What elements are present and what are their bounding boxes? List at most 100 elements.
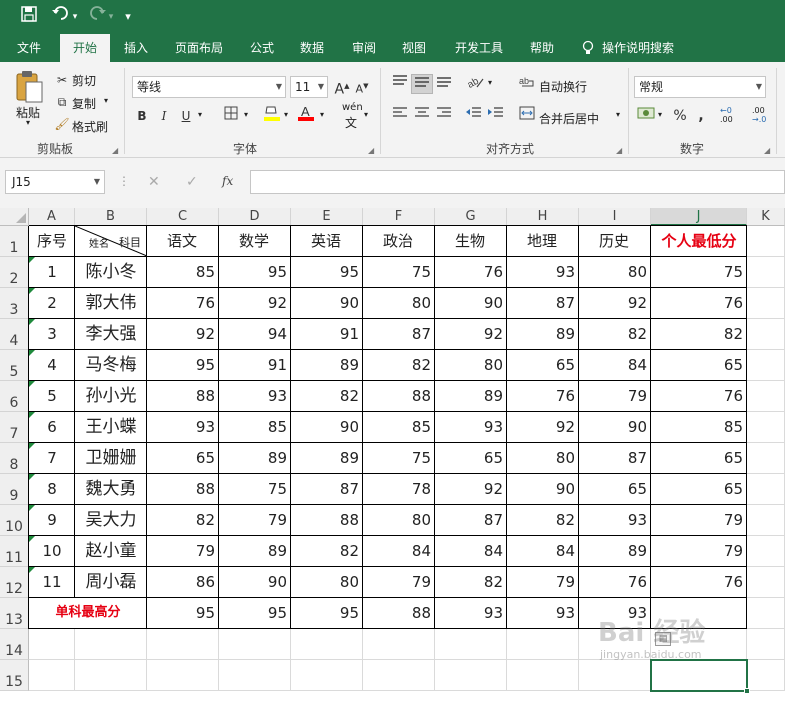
score-cell[interactable]: 89 (291, 350, 363, 380)
redo-dropdown-icon[interactable]: ▾ (106, 6, 116, 28)
min-score-cell[interactable]: 79 (651, 536, 747, 566)
score-cell[interactable]: 80 (363, 505, 435, 535)
score-cell[interactable]: 78 (363, 474, 435, 504)
score-cell[interactable]: 82 (147, 505, 219, 535)
tab-page-layout[interactable]: 页面布局 (166, 34, 232, 62)
student-index[interactable]: 4 (29, 350, 75, 380)
max-score-cell[interactable]: 88 (363, 598, 435, 628)
tab-insert[interactable]: 插入 (116, 34, 156, 62)
score-cell[interactable]: 93 (219, 381, 291, 411)
fill-handle[interactable] (744, 688, 750, 694)
score-cell[interactable]: 84 (507, 536, 579, 566)
undo-dropdown-icon[interactable]: ▾ (70, 6, 80, 28)
min-score-cell[interactable]: 82 (651, 319, 747, 349)
score-cell[interactable]: 76 (507, 381, 579, 411)
score-cell[interactable]: 80 (579, 257, 651, 287)
fill-color-dropdown-icon[interactable]: ▾ (284, 110, 288, 119)
copy-icon[interactable]: ⧉ (54, 92, 70, 112)
selected-cell-j15[interactable] (650, 659, 748, 692)
score-cell[interactable]: 94 (219, 319, 291, 349)
cut-icon[interactable]: ✂ (54, 70, 70, 90)
header-subject[interactable]: 英语 (291, 226, 363, 256)
score-cell[interactable]: 80 (435, 350, 507, 380)
phonetic-button[interactable]: wén (342, 102, 363, 113)
min-score-cell[interactable]: 79 (651, 505, 747, 535)
score-cell[interactable]: 84 (363, 536, 435, 566)
row-header-10[interactable]: 10 (0, 505, 29, 536)
header-subject[interactable]: 历史 (579, 226, 651, 256)
student-index[interactable]: 10 (29, 536, 75, 566)
score-cell[interactable]: 88 (147, 381, 219, 411)
min-score-cell[interactable]: 76 (651, 288, 747, 318)
tab-formulas[interactable]: 公式 (242, 34, 282, 62)
score-cell[interactable]: 95 (219, 257, 291, 287)
header-subject[interactable]: 地理 (507, 226, 579, 256)
min-score-cell[interactable]: 65 (651, 474, 747, 504)
phonetic-dropdown-icon[interactable]: ▾ (364, 110, 368, 119)
paste-icon[interactable] (14, 70, 44, 106)
align-center-icon[interactable] (412, 106, 432, 126)
score-cell[interactable]: 80 (291, 567, 363, 597)
score-cell[interactable]: 93 (507, 257, 579, 287)
row-header-9[interactable]: 9 (0, 474, 29, 505)
tab-review[interactable]: 审阅 (344, 34, 384, 62)
score-cell[interactable]: 84 (435, 536, 507, 566)
min-score-cell[interactable]: 65 (651, 443, 747, 473)
increase-decimal-icon[interactable]: ←0 (720, 106, 732, 115)
score-cell[interactable]: 79 (147, 536, 219, 566)
tab-help[interactable]: 帮助 (522, 34, 562, 62)
column-header-c[interactable]: C (147, 208, 219, 226)
decrease-indent-icon[interactable] (464, 106, 484, 126)
redo-icon[interactable] (86, 6, 108, 28)
row-header-5[interactable]: 5 (0, 350, 29, 381)
clipboard-launcher-icon[interactable]: ◢ (112, 146, 118, 155)
row-header-7[interactable]: 7 (0, 412, 29, 443)
score-cell[interactable]: 79 (219, 505, 291, 535)
min-score-cell[interactable]: 76 (651, 381, 747, 411)
score-cell[interactable]: 92 (147, 319, 219, 349)
score-cell[interactable]: 90 (507, 474, 579, 504)
score-cell[interactable]: 89 (291, 443, 363, 473)
student-index[interactable]: 6 (29, 412, 75, 442)
formula-input[interactable] (250, 170, 785, 194)
student-name[interactable]: 赵小童 (75, 536, 147, 566)
student-index[interactable]: 9 (29, 505, 75, 535)
row-header-2[interactable]: 2 (0, 257, 29, 288)
increase-indent-icon[interactable] (486, 106, 506, 126)
score-cell[interactable]: 95 (291, 257, 363, 287)
insert-function-icon[interactable]: fx (222, 174, 233, 188)
score-cell[interactable]: 82 (435, 567, 507, 597)
score-cell[interactable]: 65 (507, 350, 579, 380)
tab-view[interactable]: 视图 (394, 34, 434, 62)
score-cell[interactable]: 91 (219, 350, 291, 380)
score-cell[interactable]: 87 (291, 474, 363, 504)
score-cell[interactable]: 84 (579, 350, 651, 380)
score-cell[interactable]: 82 (291, 381, 363, 411)
score-cell[interactable]: 90 (291, 412, 363, 442)
font-name-select[interactable]: 等线 ▼ (132, 76, 286, 98)
font-size-select[interactable]: 11 ▼ (290, 76, 328, 98)
alignment-launcher-icon[interactable]: ◢ (616, 146, 622, 155)
bold-button[interactable]: B (134, 106, 150, 126)
row-header-3[interactable]: 3 (0, 288, 29, 319)
paste-dropdown-icon[interactable]: ▾ (26, 118, 30, 127)
header-subject[interactable]: 数学 (219, 226, 291, 256)
score-cell[interactable]: 82 (363, 350, 435, 380)
orientation-icon[interactable]: ab (466, 74, 486, 94)
student-index[interactable]: 8 (29, 474, 75, 504)
decrease-decimal-button[interactable]: .00 (752, 106, 765, 115)
column-header-f[interactable]: F (363, 208, 435, 226)
copy-dropdown-icon[interactable]: ▾ (104, 96, 108, 105)
student-name[interactable]: 王小蝶 (75, 412, 147, 442)
format-painter-button[interactable]: 格式刷 (72, 118, 108, 135)
student-name[interactable]: 吴大力 (75, 505, 147, 535)
student-name[interactable]: 周小磊 (75, 567, 147, 597)
score-cell[interactable]: 92 (219, 288, 291, 318)
score-cell[interactable]: 88 (291, 505, 363, 535)
student-name[interactable]: 卫姗姗 (75, 443, 147, 473)
merge-center-icon[interactable] (518, 106, 536, 126)
wrap-text-icon[interactable]: ab (518, 74, 536, 94)
min-score-cell[interactable]: 85 (651, 412, 747, 442)
score-cell[interactable]: 88 (363, 381, 435, 411)
comma-style-button[interactable]: , (694, 106, 708, 126)
